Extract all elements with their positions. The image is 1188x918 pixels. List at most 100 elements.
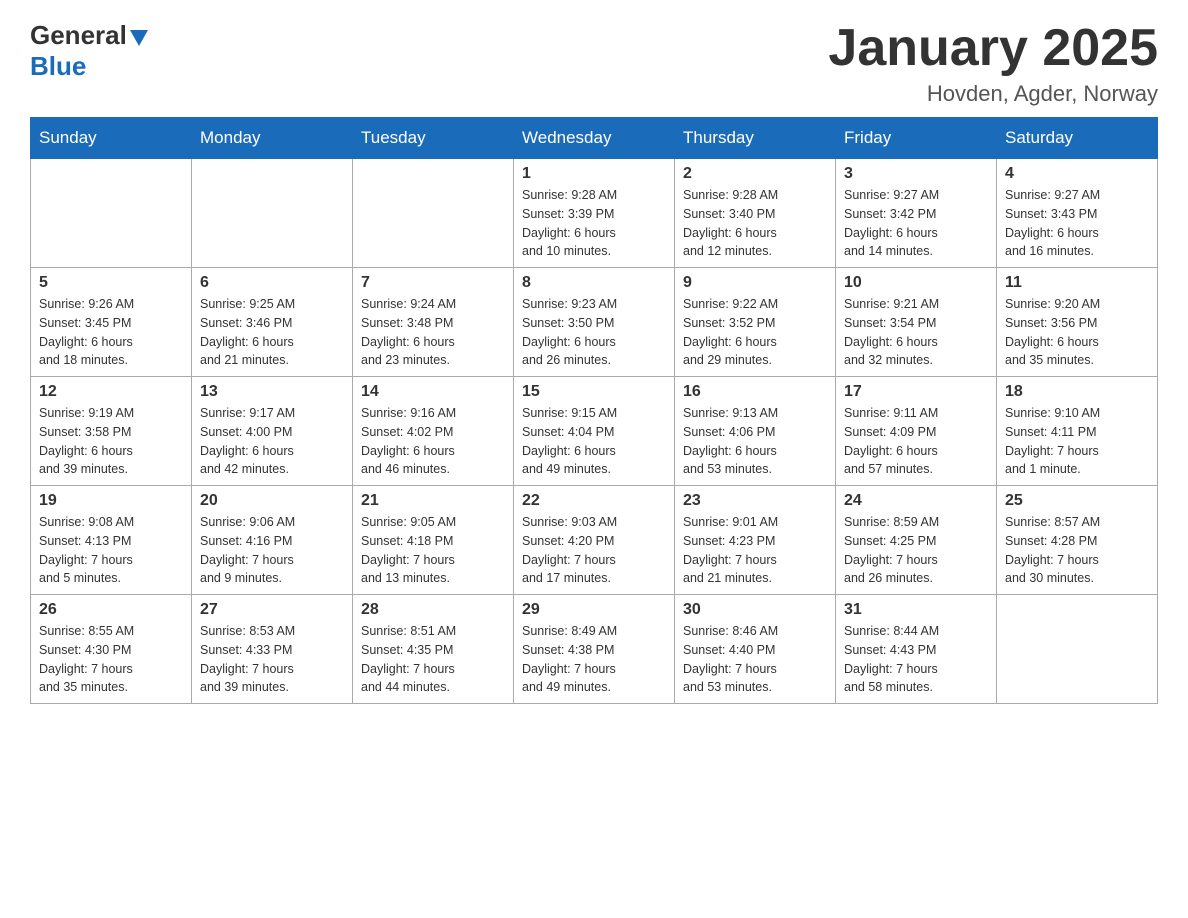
calendar-day-cell: 30 Sunrise: 8:46 AMSunset: 4:40 PMDayligh… [675, 595, 836, 704]
day-info: Sunrise: 9:20 AMSunset: 3:56 PMDaylight:… [1005, 295, 1149, 370]
day-number: 24 [844, 492, 988, 510]
day-info: Sunrise: 8:46 AMSunset: 4:40 PMDaylight:… [683, 622, 827, 697]
day-number: 14 [361, 383, 505, 401]
calendar-week-row: 1 Sunrise: 9:28 AMSunset: 3:39 PMDaylight… [31, 159, 1158, 268]
calendar-table: SundayMondayTuesdayWednesdayThursdayFrid… [30, 117, 1158, 704]
calendar-week-row: 19Sunrise: 9:08 AMSunset: 4:13 PMDayligh… [31, 486, 1158, 595]
day-info: Sunrise: 9:16 AMSunset: 4:02 PMDaylight:… [361, 404, 505, 479]
day-number: 4 [1005, 165, 1149, 183]
day-number: 13 [200, 383, 344, 401]
weekday-header-cell: Friday [836, 118, 997, 159]
calendar-day-cell: 7 Sunrise: 9:24 AMSunset: 3:48 PMDaylight… [353, 268, 514, 377]
calendar-day-cell: 18 Sunrise: 9:10 AMSunset: 4:11 PMDayligh… [997, 377, 1158, 486]
calendar-day-cell: 24 Sunrise: 8:59 AMSunset: 4:25 PMDayligh… [836, 486, 997, 595]
day-number: 20 [200, 492, 344, 510]
logo-triangle-icon [130, 30, 148, 46]
weekday-header-cell: Wednesday [514, 118, 675, 159]
day-number: 10 [844, 274, 988, 292]
day-info: Sunrise: 8:57 AMSunset: 4:28 PMDaylight:… [1005, 513, 1149, 588]
calendar-day-cell: 10 Sunrise: 9:21 AMSunset: 3:54 PMDayligh… [836, 268, 997, 377]
calendar-day-cell: 2 Sunrise: 9:28 AMSunset: 3:40 PMDaylight… [675, 159, 836, 268]
day-number: 23 [683, 492, 827, 510]
calendar-day-cell: 3 Sunrise: 9:27 AMSunset: 3:42 PMDaylight… [836, 159, 997, 268]
weekday-header-cell: Monday [192, 118, 353, 159]
weekday-header-cell: Thursday [675, 118, 836, 159]
day-info: Sunrise: 9:11 AMSunset: 4:09 PMDaylight:… [844, 404, 988, 479]
day-info: Sunrise: 9:08 AMSunset: 4:13 PMDaylight:… [39, 513, 183, 588]
calendar-day-cell: 16Sunrise: 9:13 AMSunset: 4:06 PMDayligh… [675, 377, 836, 486]
day-info: Sunrise: 9:19 AMSunset: 3:58 PMDaylight:… [39, 404, 183, 479]
calendar-day-cell: 9Sunrise: 9:22 AMSunset: 3:52 PMDaylight… [675, 268, 836, 377]
calendar-day-cell: 29Sunrise: 8:49 AMSunset: 4:38 PMDayligh… [514, 595, 675, 704]
calendar-week-row: 12 Sunrise: 9:19 AMSunset: 3:58 PMDayligh… [31, 377, 1158, 486]
day-info: Sunrise: 8:53 AMSunset: 4:33 PMDaylight:… [200, 622, 344, 697]
day-info: Sunrise: 9:10 AMSunset: 4:11 PMDaylight:… [1005, 404, 1149, 479]
day-info: Sunrise: 9:21 AMSunset: 3:54 PMDaylight:… [844, 295, 988, 370]
day-info: Sunrise: 9:27 AMSunset: 3:43 PMDaylight:… [1005, 186, 1149, 261]
day-number: 30 [683, 601, 827, 619]
day-info: Sunrise: 8:49 AMSunset: 4:38 PMDaylight:… [522, 622, 666, 697]
calendar-day-cell: 21Sunrise: 9:05 AMSunset: 4:18 PMDayligh… [353, 486, 514, 595]
calendar-day-cell: 23Sunrise: 9:01 AMSunset: 4:23 PMDayligh… [675, 486, 836, 595]
day-info: Sunrise: 8:51 AMSunset: 4:35 PMDaylight:… [361, 622, 505, 697]
day-number: 12 [39, 383, 183, 401]
day-number: 6 [200, 274, 344, 292]
day-info: Sunrise: 9:06 AMSunset: 4:16 PMDaylight:… [200, 513, 344, 588]
calendar-day-cell: 8 Sunrise: 9:23 AMSunset: 3:50 PMDaylight… [514, 268, 675, 377]
calendar-body: 1 Sunrise: 9:28 AMSunset: 3:39 PMDaylight… [31, 159, 1158, 704]
day-number: 2 [683, 165, 827, 183]
calendar-day-cell: 25 Sunrise: 8:57 AMSunset: 4:28 PMDayligh… [997, 486, 1158, 595]
day-number: 22 [522, 492, 666, 510]
day-number: 28 [361, 601, 505, 619]
day-number: 25 [1005, 492, 1149, 510]
day-info: Sunrise: 9:25 AMSunset: 3:46 PMDaylight:… [200, 295, 344, 370]
day-number: 31 [844, 601, 988, 619]
logo-blue-text: Blue [30, 51, 86, 81]
month-title: January 2025 [828, 20, 1158, 77]
day-number: 3 [844, 165, 988, 183]
day-number: 27 [200, 601, 344, 619]
calendar-day-cell: 27 Sunrise: 8:53 AMSunset: 4:33 PMDayligh… [192, 595, 353, 704]
calendar-day-cell: 26 Sunrise: 8:55 AMSunset: 4:30 PMDayligh… [31, 595, 192, 704]
calendar-week-row: 26 Sunrise: 8:55 AMSunset: 4:30 PMDayligh… [31, 595, 1158, 704]
header: General Blue January 2025 Hovden, Agder,… [30, 20, 1158, 107]
calendar-day-cell: 17 Sunrise: 9:11 AMSunset: 4:09 PMDayligh… [836, 377, 997, 486]
calendar-day-cell [192, 159, 353, 268]
day-info: Sunrise: 9:17 AMSunset: 4:00 PMDaylight:… [200, 404, 344, 479]
calendar-day-cell [997, 595, 1158, 704]
day-number: 17 [844, 383, 988, 401]
day-number: 9 [683, 274, 827, 292]
weekday-header-row: SundayMondayTuesdayWednesdayThursdayFrid… [31, 118, 1158, 159]
day-info: Sunrise: 8:55 AMSunset: 4:30 PMDaylight:… [39, 622, 183, 697]
day-number: 1 [522, 165, 666, 183]
day-number: 7 [361, 274, 505, 292]
day-number: 18 [1005, 383, 1149, 401]
calendar-day-cell: 12 Sunrise: 9:19 AMSunset: 3:58 PMDayligh… [31, 377, 192, 486]
day-info: Sunrise: 9:28 AMSunset: 3:40 PMDaylight:… [683, 186, 827, 261]
logo-general-text: General [30, 20, 127, 51]
calendar-day-cell: 22Sunrise: 9:03 AMSunset: 4:20 PMDayligh… [514, 486, 675, 595]
day-info: Sunrise: 9:27 AMSunset: 3:42 PMDaylight:… [844, 186, 988, 261]
calendar-day-cell: 13 Sunrise: 9:17 AMSunset: 4:00 PMDayligh… [192, 377, 353, 486]
logo: General Blue [30, 20, 148, 82]
day-number: 16 [683, 383, 827, 401]
day-info: Sunrise: 8:44 AMSunset: 4:43 PMDaylight:… [844, 622, 988, 697]
day-info: Sunrise: 9:24 AMSunset: 3:48 PMDaylight:… [361, 295, 505, 370]
day-info: Sunrise: 9:28 AMSunset: 3:39 PMDaylight:… [522, 186, 666, 261]
title-area: January 2025 Hovden, Agder, Norway [828, 20, 1158, 107]
day-number: 26 [39, 601, 183, 619]
day-info: Sunrise: 8:59 AMSunset: 4:25 PMDaylight:… [844, 513, 988, 588]
day-info: Sunrise: 9:23 AMSunset: 3:50 PMDaylight:… [522, 295, 666, 370]
calendar-day-cell [31, 159, 192, 268]
calendar-week-row: 5Sunrise: 9:26 AMSunset: 3:45 PMDaylight… [31, 268, 1158, 377]
day-number: 8 [522, 274, 666, 292]
calendar-day-cell: 28 Sunrise: 8:51 AMSunset: 4:35 PMDayligh… [353, 595, 514, 704]
calendar-day-cell: 5Sunrise: 9:26 AMSunset: 3:45 PMDaylight… [31, 268, 192, 377]
day-number: 21 [361, 492, 505, 510]
calendar-day-cell: 31 Sunrise: 8:44 AMSunset: 4:43 PMDayligh… [836, 595, 997, 704]
calendar-day-cell: 6 Sunrise: 9:25 AMSunset: 3:46 PMDaylight… [192, 268, 353, 377]
calendar-day-cell: 19Sunrise: 9:08 AMSunset: 4:13 PMDayligh… [31, 486, 192, 595]
calendar-day-cell: 1 Sunrise: 9:28 AMSunset: 3:39 PMDaylight… [514, 159, 675, 268]
calendar-day-cell: 14 Sunrise: 9:16 AMSunset: 4:02 PMDayligh… [353, 377, 514, 486]
day-info: Sunrise: 9:26 AMSunset: 3:45 PMDaylight:… [39, 295, 183, 370]
